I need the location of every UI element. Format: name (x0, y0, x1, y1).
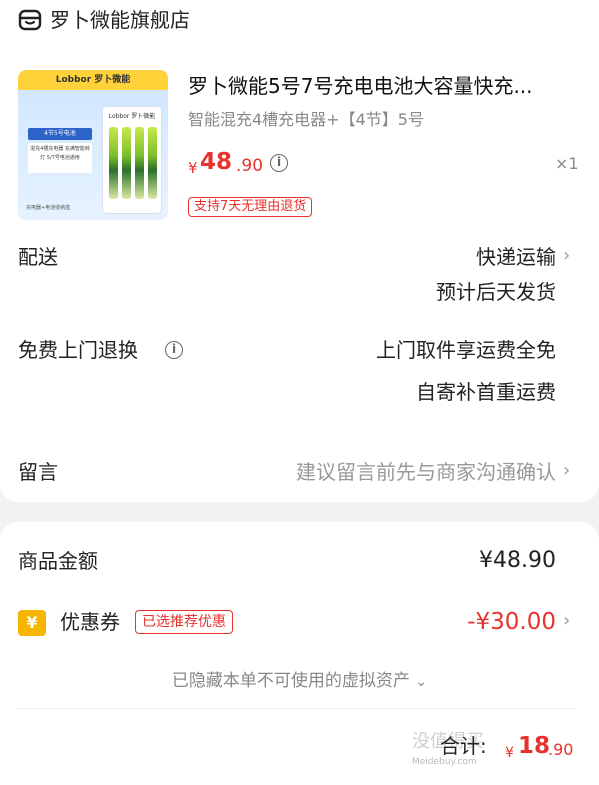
message-input[interactable]: 建议留言前先与商家沟通确认 (296, 457, 556, 487)
price-integer: 48 (200, 149, 233, 175)
battery-icon (148, 127, 157, 199)
message-label: 留言 (18, 460, 58, 484)
price-symbol: ¥ (188, 159, 198, 177)
delivery-method[interactable]: 快递运输 (476, 242, 556, 272)
divider (18, 708, 575, 709)
battery-icon (135, 127, 144, 199)
free-return-line2: 自寄补首重运费 (416, 380, 556, 404)
coupon-label: 优惠券 (60, 610, 120, 634)
total-label: 合计: (440, 734, 487, 758)
quantity: ×1 (555, 154, 579, 173)
total-integer: 18 (518, 733, 551, 759)
chevron-right-icon[interactable]: › (563, 606, 570, 636)
return-policy-badge: 支持7天无理由退货 (188, 197, 313, 217)
product-image[interactable]: Lobbor 罗卜微能 4节5号电池 混充4槽充电器 充满智能转灯 5/7号电池… (18, 70, 168, 220)
image-charger-box: Lobbor 罗卜微能 (102, 106, 162, 214)
free-return-info-icon[interactable]: i (165, 341, 183, 359)
delivery-eta: 预计后天发货 (436, 280, 556, 304)
goods-amount: ¥48.90 (479, 548, 556, 573)
total-symbol: ¥ (505, 745, 514, 761)
chevron-right-icon[interactable]: › (563, 456, 570, 486)
coupon-icon: ¥ (18, 610, 46, 636)
coupon-amount[interactable]: -¥30.00 (467, 607, 556, 637)
store-icon (18, 9, 42, 31)
free-return-line1: 上门取件享运费全免 (376, 338, 556, 362)
store-name[interactable]: 罗卜微能旗舰店 (50, 4, 190, 36)
coupon-badge: 已选推荐优惠 (135, 610, 233, 634)
image-brand: Lobbor 罗卜微能 (18, 70, 168, 90)
image-tag: 4节5号电池 (28, 128, 92, 140)
image-footer: 充电器+电池收纳盒 (26, 205, 71, 211)
product-title[interactable]: 罗卜微能5号7号充电电池大容量快充... (188, 70, 533, 102)
product-spec[interactable]: 智能混充4槽充电器+【4节】5号 (188, 107, 424, 133)
delivery-label: 配送 (18, 245, 58, 269)
free-return-label: 免费上门退换 (18, 338, 138, 362)
battery-icon (122, 127, 131, 199)
image-note: 混充4槽充电器 充满智能转灯 5/7号电池通用 (28, 143, 92, 173)
price-decimal: .90 (236, 156, 264, 176)
hidden-assets-toggle[interactable]: 已隐藏本单不可使用的虚拟资产 ⌄ (0, 667, 599, 696)
battery-icon (109, 127, 118, 199)
chevron-down-icon: ⌄ (415, 674, 428, 690)
image-box-label: Lobbor 罗卜微能 (108, 113, 156, 120)
total-decimal: .90 (548, 740, 574, 759)
chevron-right-icon[interactable]: › (563, 241, 570, 271)
price-info-icon[interactable]: i (270, 154, 288, 172)
hidden-assets-text: 已隐藏本单不可使用的虚拟资产 (171, 671, 410, 691)
goods-amount-label: 商品金额 (18, 549, 98, 573)
